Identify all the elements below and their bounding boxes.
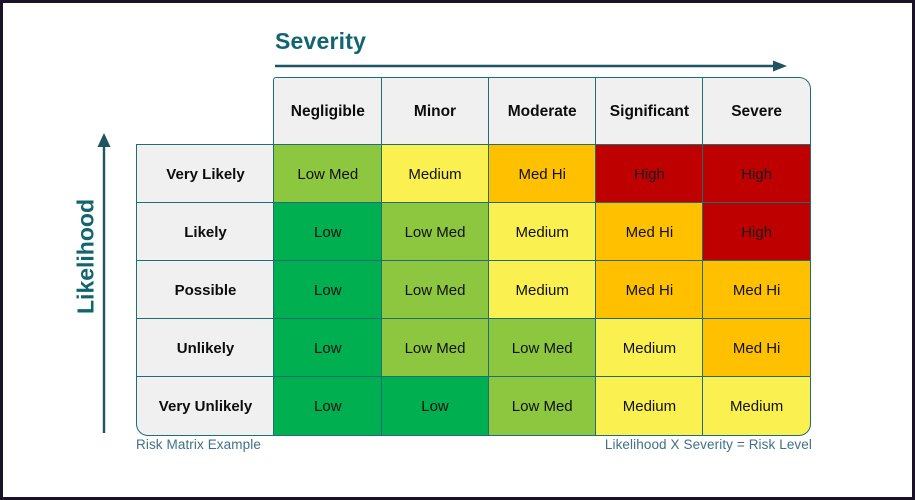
footer-right-note: Likelihood X Severity = Risk Level bbox=[604, 437, 812, 452]
cell-very-likely-negligible: Low Med bbox=[273, 144, 383, 204]
cell-label: Medium bbox=[408, 165, 462, 183]
cell-label: Low Med bbox=[297, 165, 359, 183]
matrix-row-unlikely: Unlikely Low Low Med Low Med Medium Med … bbox=[136, 318, 812, 378]
cell-likely-severe: High bbox=[702, 202, 812, 262]
cell-possible-significant: Med Hi bbox=[595, 260, 704, 320]
cell-possible-moderate: Medium bbox=[487, 260, 597, 320]
cell-very-likely-minor: Medium bbox=[380, 144, 490, 204]
cell-label: High bbox=[741, 165, 773, 183]
cell-label: Med Hi bbox=[625, 281, 674, 299]
cell-unlikely-severe: Med Hi bbox=[702, 318, 812, 378]
cell-label: Med Hi bbox=[732, 281, 781, 299]
column-header-negligible: Negligible bbox=[273, 77, 383, 146]
matrix-row-very-likely: Very Likely Low Med Medium Med Hi High H… bbox=[136, 144, 812, 204]
cell-label: Medium bbox=[622, 397, 677, 415]
cell-label: Low Med bbox=[511, 339, 573, 357]
row-header-likely: Likely bbox=[136, 202, 275, 262]
row-header-label: Very Unlikely bbox=[158, 397, 253, 415]
cell-label: Medium bbox=[515, 223, 569, 241]
cell-very-likely-moderate: Med Hi bbox=[487, 144, 597, 204]
cell-very-unlikely-moderate: Low Med bbox=[487, 376, 597, 436]
column-header-label: Significant bbox=[609, 102, 690, 120]
matrix-header-row: Negligible Minor Moderate Significant Se… bbox=[136, 77, 812, 146]
cell-label: Low bbox=[314, 223, 342, 241]
cell-unlikely-negligible: Low bbox=[273, 318, 383, 378]
severity-axis-label: Severity bbox=[275, 28, 367, 54]
risk-matrix-page: Severity Likelihood Negligible Minor Mod… bbox=[0, 0, 915, 500]
cell-label: Low bbox=[314, 339, 342, 357]
cell-likely-negligible: Low bbox=[273, 202, 383, 262]
cell-likely-significant: Med Hi bbox=[595, 202, 704, 262]
column-header-significant: Significant bbox=[595, 77, 704, 146]
cell-possible-severe: Med Hi bbox=[702, 260, 812, 320]
cell-very-unlikely-minor: Low bbox=[380, 376, 490, 436]
cell-label: High bbox=[741, 223, 773, 241]
row-header-possible: Possible bbox=[136, 260, 275, 320]
matrix-row-likely: Likely Low Low Med Medium Med Hi High bbox=[136, 202, 812, 262]
column-header-severe: Severe bbox=[702, 77, 812, 146]
risk-matrix-grid: Negligible Minor Moderate Significant Se… bbox=[136, 77, 812, 436]
matrix-row-possible: Possible Low Low Med Medium Med Hi Med H… bbox=[136, 260, 812, 320]
arrow-up-icon bbox=[97, 133, 111, 433]
cell-label: Low bbox=[314, 281, 342, 299]
row-header-unlikely: Unlikely bbox=[136, 318, 275, 378]
cell-label: Med Hi bbox=[518, 165, 566, 183]
row-header-label: Unlikely bbox=[176, 339, 235, 357]
cell-label: Low Med bbox=[511, 397, 573, 415]
likelihood-axis-label: Likelihood bbox=[72, 199, 99, 314]
column-header-label: Negligible bbox=[290, 102, 365, 120]
cell-label: Low Med bbox=[404, 223, 466, 241]
row-header-label: Very Likely bbox=[166, 165, 245, 183]
cell-likely-minor: Low Med bbox=[380, 202, 490, 262]
column-header-label: Severe bbox=[731, 102, 783, 120]
cell-label: Low Med bbox=[404, 281, 466, 299]
matrix-row-very-unlikely: Very Unlikely Low Low Low Med Medium Med… bbox=[136, 376, 812, 436]
likelihood-axis: Likelihood bbox=[59, 133, 119, 433]
cell-very-unlikely-negligible: Low bbox=[273, 376, 383, 436]
cell-label: Med Hi bbox=[732, 339, 781, 357]
footer-left-note: Risk Matrix Example bbox=[136, 437, 261, 452]
row-header-label: Possible bbox=[174, 281, 237, 299]
cell-possible-minor: Low Med bbox=[380, 260, 490, 320]
cell-label: Medium bbox=[515, 281, 569, 299]
cell-label: Low bbox=[421, 397, 449, 415]
cell-very-likely-significant: High bbox=[595, 144, 704, 204]
cell-very-unlikely-severe: Medium bbox=[702, 376, 812, 436]
cell-unlikely-significant: Medium bbox=[595, 318, 704, 378]
cell-unlikely-minor: Low Med bbox=[380, 318, 490, 378]
cell-very-likely-severe: High bbox=[702, 144, 812, 204]
row-header-very-unlikely: Very Unlikely bbox=[136, 376, 275, 436]
column-header-moderate: Moderate bbox=[487, 77, 597, 146]
cell-possible-negligible: Low bbox=[273, 260, 383, 320]
cell-label: Low Med bbox=[404, 339, 466, 357]
severity-axis: Severity bbox=[275, 27, 787, 72]
column-header-label: Moderate bbox=[507, 102, 577, 120]
footer: Risk Matrix Example Likelihood X Severit… bbox=[136, 437, 812, 452]
cell-very-unlikely-significant: Medium bbox=[595, 376, 704, 436]
cell-label: Med Hi bbox=[625, 223, 674, 241]
cell-label: Medium bbox=[622, 339, 677, 357]
cell-label: Medium bbox=[729, 397, 784, 415]
row-header-very-likely: Very Likely bbox=[136, 144, 275, 204]
cell-likely-moderate: Medium bbox=[487, 202, 597, 262]
cell-label: Low bbox=[314, 397, 342, 415]
cell-unlikely-moderate: Low Med bbox=[487, 318, 597, 378]
column-header-minor: Minor bbox=[380, 77, 490, 146]
row-header-label: Likely bbox=[184, 223, 227, 241]
arrow-right-icon bbox=[275, 60, 787, 72]
column-header-label: Minor bbox=[413, 102, 457, 120]
matrix-corner-spacer bbox=[136, 77, 275, 146]
cell-label: High bbox=[633, 165, 665, 183]
